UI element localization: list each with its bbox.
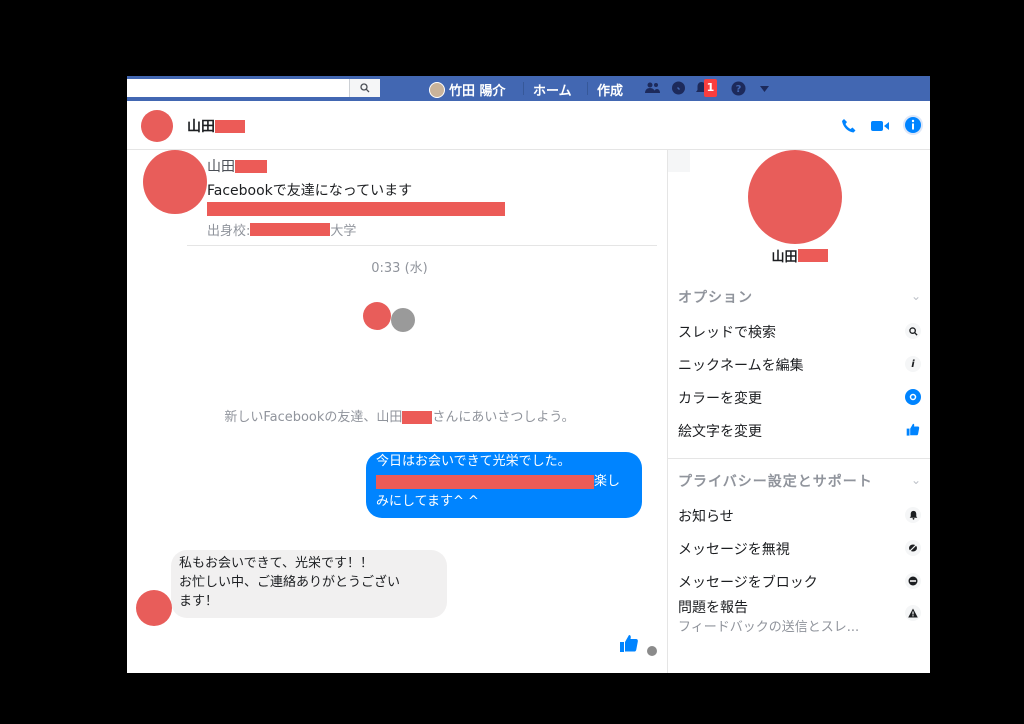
school-prefix: 出身校: [207, 224, 251, 239]
info-icon[interactable] [903, 115, 923, 135]
warning-icon [905, 605, 921, 621]
search-button[interactable] [349, 79, 380, 97]
incoming-line-1: 私もお会いできて、光栄です！！ [179, 556, 373, 571]
privacy-section-title[interactable]: プライバシー設定とサポート [678, 471, 873, 491]
search-input[interactable] [127, 79, 380, 97]
sent-like-icon [619, 634, 639, 654]
outgoing-line-2: 楽し [376, 472, 642, 492]
svg-text:?: ? [736, 84, 742, 95]
option-label: ニックネームを編集 [678, 358, 804, 374]
nav-avatar [429, 81, 445, 98]
profile-name-text: 山田 [207, 159, 235, 175]
intro-suffix: さんにあいさつしよう。 [432, 410, 575, 425]
option-change-color[interactable]: カラーを変更 [678, 388, 921, 408]
redaction [235, 159, 267, 173]
nav-divider [587, 82, 588, 95]
redaction [215, 119, 245, 133]
outgoing-line-1: 今日はお会いできて光栄でした。 [376, 454, 571, 469]
incoming-line-2: お忙しい中、ご連絡ありがとうござい [179, 575, 401, 590]
info-name-text: 山田 [771, 250, 798, 265]
option-notifications[interactable]: お知らせ [678, 506, 921, 526]
incoming-line-3: ます！ [179, 594, 219, 609]
color-icon [905, 389, 921, 405]
divider [668, 458, 930, 459]
option-label: カラーを変更 [678, 391, 762, 407]
redaction [376, 474, 594, 489]
phone-icon[interactable] [841, 118, 859, 134]
option-ignore-messages[interactable]: メッセージを無視 [678, 539, 921, 559]
info-avatar[interactable] [748, 150, 842, 244]
search-icon [360, 83, 370, 93]
option-search-in-thread[interactable]: スレッドで検索 [678, 322, 921, 342]
nav-home-link[interactable]: ホーム [533, 80, 572, 99]
option-label: スレッドで検索 [678, 325, 776, 341]
header-avatar[interactable] [141, 110, 173, 142]
panel-corner [668, 150, 690, 172]
options-section-title[interactable]: オプション [678, 287, 753, 307]
option-label: お知らせ [678, 509, 734, 525]
seen-avatar [647, 646, 657, 656]
option-change-emoji[interactable]: 絵文字を変更 [678, 421, 921, 441]
option-label: 問題を報告 [678, 600, 748, 616]
contact-avatar-small [363, 302, 391, 330]
outgoing-line-3: みにしてます^ ^ [376, 494, 479, 509]
user-avatar-small [391, 308, 415, 332]
header-contact-name[interactable]: 山田 [187, 116, 245, 136]
profile-school: 出身校: 大学 [207, 220, 356, 239]
info-contact-name: 山田 [668, 246, 930, 265]
redaction [207, 202, 505, 216]
option-block-messages[interactable]: メッセージをブロック [678, 572, 921, 592]
outgoing-message[interactable]: 今日はお会いできて光栄でした。 楽し みにしてます^ ^ [366, 452, 642, 518]
nav-profile-link[interactable]: 竹田 陽介 [429, 80, 506, 99]
edit-icon: i [905, 356, 921, 372]
chevron-down-icon[interactable]: ⌄ [911, 289, 921, 303]
nav-create-link[interactable]: 作成 [597, 80, 623, 99]
conversation-header: 山田 [127, 101, 930, 150]
friend-status: Facebookで友達になっています [207, 183, 413, 199]
redaction [250, 223, 331, 236]
video-call-icon[interactable] [871, 118, 889, 134]
intro-prefix: 新しいFacebookの友達、山田 [224, 410, 403, 425]
header-name-text: 山田 [187, 119, 215, 135]
option-label: メッセージを無視 [678, 542, 790, 558]
top-nav-bar: 竹田 陽介 ホーム 作成 1 ? [127, 76, 930, 101]
messenger-window: 竹田 陽介 ホーム 作成 1 ? 山田 山田 Facebookで友達になっていま… [127, 76, 930, 673]
redaction [797, 249, 828, 262]
option-label: メッセージをブロック [678, 575, 818, 591]
notification-badge: 1 [704, 79, 717, 97]
bell-icon [905, 507, 921, 523]
new-friend-prompt: 新しいFacebookの友達、山田 さんにあいさつしよう。 [127, 406, 672, 425]
messenger-icon[interactable] [671, 81, 686, 96]
option-report-problem[interactable]: 問題を報告 [678, 597, 921, 621]
nav-user-name: 竹田 陽介 [449, 84, 506, 99]
message-timestamp: 0:33 (水) [371, 261, 428, 276]
option-label: 絵文字を変更 [678, 424, 762, 440]
sender-avatar[interactable] [136, 590, 172, 626]
school-suffix: 大学 [330, 224, 357, 239]
search-icon [905, 323, 921, 339]
thumbs-up-icon [905, 422, 921, 438]
divider [187, 245, 657, 246]
outgoing-line-2-suffix: 楽し [594, 474, 621, 489]
chevron-down-icon[interactable]: ⌄ [911, 473, 921, 487]
message-thread[interactable]: 山田 Facebookで友達になっています 出身校: 大学 0:33 (水) 新… [127, 150, 667, 673]
profile-avatar[interactable] [143, 150, 207, 214]
conversation-info-panel: 山田 オプション ⌄ スレッドで検索 ニックネームを編集 i カラーを変更 絵文… [667, 150, 930, 673]
account-menu-chevron-icon[interactable] [757, 81, 772, 96]
incoming-message[interactable]: 私もお会いできて、光栄です！！ お忙しい中、ご連絡ありがとうござい ます！ [171, 550, 447, 618]
report-subtext: フィードバックの送信とスレ... [678, 620, 860, 635]
friend-requests-icon[interactable] [645, 81, 660, 96]
help-icon[interactable]: ? [731, 81, 746, 96]
option-edit-nickname[interactable]: ニックネームを編集 i [678, 355, 921, 375]
redaction [402, 411, 433, 424]
ignore-icon [905, 540, 921, 556]
block-icon [905, 573, 921, 589]
nav-divider [523, 82, 524, 95]
profile-name[interactable]: 山田 [207, 156, 267, 176]
